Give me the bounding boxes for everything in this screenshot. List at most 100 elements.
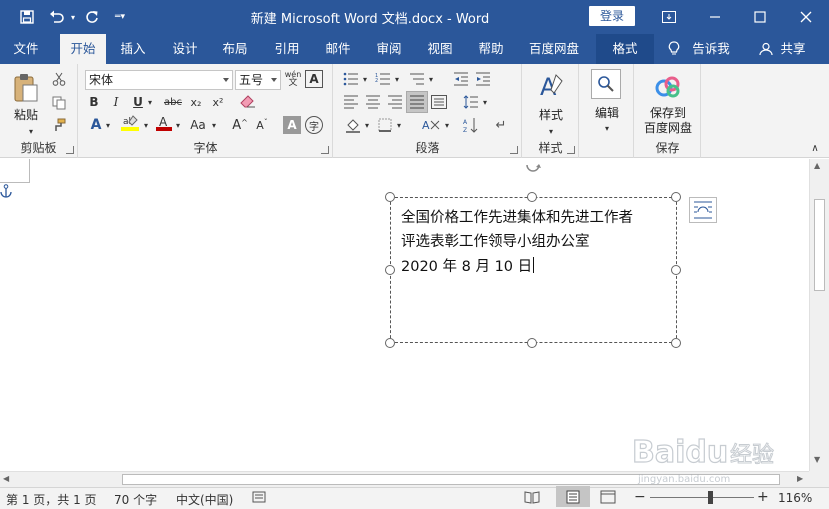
resize-handle-top-left[interactable] xyxy=(385,192,395,202)
increase-indent-icon[interactable] xyxy=(474,70,492,88)
superscript-button[interactable]: x² xyxy=(209,93,227,111)
paragraph-launcher-icon[interactable] xyxy=(510,146,518,154)
paste-dropdown-icon[interactable]: ▾ xyxy=(22,122,40,140)
enclose-characters-button[interactable]: 字 xyxy=(305,116,323,134)
zoom-level[interactable]: 116% xyxy=(778,491,812,505)
font-name-combo[interactable]: 宋体 xyxy=(85,70,233,90)
customize-qat-icon[interactable]: ═▾ xyxy=(113,5,127,29)
bullets-dropdown-icon[interactable]: ▾ xyxy=(360,70,370,88)
numbering-dropdown-icon[interactable]: ▾ xyxy=(392,70,402,88)
chinese-layout-dropdown-icon[interactable]: ▾ xyxy=(442,116,452,134)
strikethrough-button[interactable]: abc xyxy=(161,93,185,111)
borders-dropdown-icon[interactable]: ▾ xyxy=(394,116,404,134)
maximize-icon[interactable] xyxy=(737,0,783,34)
zoom-out-icon[interactable]: − xyxy=(634,489,646,505)
highlight-dropdown-icon[interactable]: ▾ xyxy=(141,116,151,134)
tell-me-search[interactable]: 告诉我 xyxy=(688,34,734,64)
resize-handle-left[interactable] xyxy=(385,265,395,275)
paste-label[interactable]: 粘贴 xyxy=(8,106,44,123)
tab-design[interactable]: 设计 xyxy=(164,34,206,64)
font-color-dropdown-icon[interactable]: ▾ xyxy=(173,116,183,134)
tab-view[interactable]: 视图 xyxy=(419,34,461,64)
scroll-left-icon[interactable]: ◀ xyxy=(3,474,9,483)
styles-button[interactable]: 样式 xyxy=(531,106,571,123)
tab-references[interactable]: 引用 xyxy=(266,34,308,64)
tab-review[interactable]: 审阅 xyxy=(368,34,410,64)
textbox-line-1[interactable]: 全国价格工作先进集体和先进工作者 xyxy=(401,206,633,227)
multilevel-list-icon[interactable] xyxy=(408,70,426,88)
italic-button[interactable]: I xyxy=(107,93,125,111)
tab-file[interactable]: 文件 xyxy=(4,34,48,64)
undo-dropdown-icon[interactable]: ▾ xyxy=(67,5,79,29)
textbox-line-2[interactable]: 评选表彰工作领导小组办公室 xyxy=(401,230,590,251)
language-status[interactable]: 中文(中国) xyxy=(176,491,233,508)
decrease-indent-icon[interactable] xyxy=(452,70,470,88)
tab-insert[interactable]: 插入 xyxy=(112,34,154,64)
save-icon[interactable] xyxy=(16,5,38,29)
minimize-icon[interactable] xyxy=(692,0,738,34)
resize-handle-right[interactable] xyxy=(671,265,681,275)
copy-icon[interactable] xyxy=(50,94,68,112)
line-spacing-icon[interactable] xyxy=(462,93,480,111)
sort-icon[interactable]: AZ xyxy=(462,116,480,134)
word-count[interactable]: 70 个字 xyxy=(114,491,157,508)
resize-handle-bottom-left[interactable] xyxy=(385,338,395,348)
zoom-in-icon[interactable]: + xyxy=(757,489,769,505)
baidu-netdisk-icon[interactable] xyxy=(653,72,683,100)
font-launcher-icon[interactable] xyxy=(321,146,329,154)
tab-format[interactable]: 格式 xyxy=(596,34,654,64)
font-color-icon[interactable]: A xyxy=(155,114,173,132)
resize-handle-top[interactable] xyxy=(527,192,537,202)
align-right-icon[interactable] xyxy=(386,93,404,111)
resize-handle-bottom-right[interactable] xyxy=(671,338,681,348)
align-left-icon[interactable] xyxy=(342,93,360,111)
textbox-line-3-wrapper[interactable]: 2020 年 8 月 10 日 xyxy=(401,255,535,276)
page-count[interactable]: 第 1 页，共 1 页 xyxy=(6,491,97,508)
read-mode-icon[interactable] xyxy=(524,490,540,507)
styles-dropdown-icon[interactable]: ▾ xyxy=(542,122,560,140)
shading-dropdown-icon[interactable]: ▾ xyxy=(362,116,372,134)
font-size-combo[interactable]: 五号 xyxy=(235,70,281,90)
justify-icon[interactable] xyxy=(406,91,428,113)
text-effects-dropdown-icon[interactable]: ▾ xyxy=(103,116,113,134)
char-border-icon[interactable]: A xyxy=(305,70,323,88)
ribbon-display-options-icon[interactable] xyxy=(646,0,692,34)
clear-formatting-icon[interactable] xyxy=(239,93,257,111)
underline-dropdown-icon[interactable]: ▾ xyxy=(145,93,155,111)
tab-baidu-netdisk[interactable]: 百度网盘 xyxy=(520,34,588,64)
bullets-icon[interactable] xyxy=(342,70,360,88)
print-layout-icon[interactable] xyxy=(556,486,590,507)
vertical-scrollbar[interactable]: ▲ ▼ xyxy=(809,159,829,471)
scroll-right-icon[interactable]: ▶ xyxy=(797,474,803,483)
highlight-color-icon[interactable]: ab xyxy=(119,114,141,132)
format-painter-icon[interactable] xyxy=(50,116,68,134)
tab-layout[interactable]: 布局 xyxy=(214,34,256,64)
shrink-font-button[interactable]: Aˇ xyxy=(253,116,271,134)
rotate-handle-icon[interactable] xyxy=(524,159,542,176)
scroll-up-icon[interactable]: ▲ xyxy=(814,161,820,170)
vertical-scroll-thumb[interactable] xyxy=(814,199,825,291)
multilevel-dropdown-icon[interactable]: ▾ xyxy=(426,70,436,88)
layout-options-icon[interactable] xyxy=(689,197,717,223)
styles-launcher-icon[interactable] xyxy=(567,146,575,154)
cut-icon[interactable] xyxy=(50,70,68,88)
login-button[interactable]: 登录 xyxy=(589,6,635,26)
styles-icon[interactable]: A xyxy=(537,70,565,102)
scroll-down-icon[interactable]: ▼ xyxy=(814,455,820,464)
shading-icon[interactable] xyxy=(344,116,362,134)
web-layout-icon[interactable] xyxy=(600,490,616,507)
paste-icon[interactable] xyxy=(12,72,40,104)
tab-help[interactable]: 帮助 xyxy=(470,34,512,64)
undo-icon[interactable] xyxy=(46,5,68,29)
close-icon[interactable] xyxy=(783,0,829,34)
text-box[interactable]: 全国价格工作先进集体和先进工作者 评选表彰工作领导小组办公室 2020 年 8 … xyxy=(385,192,681,348)
tab-mailings[interactable]: 邮件 xyxy=(317,34,359,64)
subscript-button[interactable]: x₂ xyxy=(187,93,205,111)
resize-handle-top-right[interactable] xyxy=(671,192,681,202)
collapse-ribbon-icon[interactable]: ∧ xyxy=(808,142,822,154)
editing-dropdown-icon[interactable]: ▾ xyxy=(598,119,616,137)
macro-record-icon[interactable] xyxy=(252,490,266,507)
change-case-dropdown-icon[interactable]: ▾ xyxy=(209,116,219,134)
numbering-icon[interactable]: 12 xyxy=(374,70,392,88)
change-case-button[interactable]: Aa xyxy=(187,116,209,134)
